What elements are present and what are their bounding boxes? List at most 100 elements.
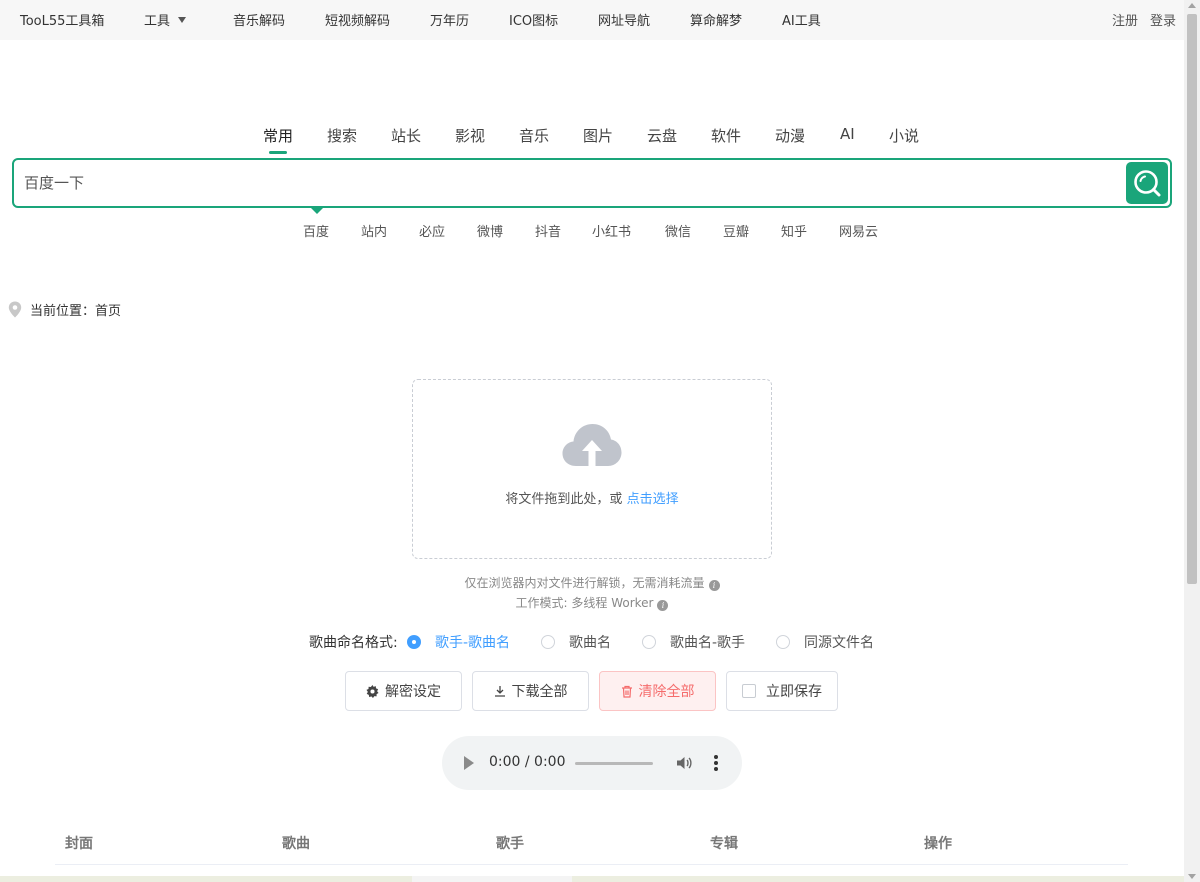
nav-item-video-decode[interactable]: 短视频解码: [325, 10, 390, 29]
radio-dot: [541, 635, 555, 649]
tab-images[interactable]: 图片: [583, 125, 613, 146]
decrypt-settings-button[interactable]: 解密设定: [345, 671, 462, 711]
column-album: 专辑: [710, 836, 738, 852]
search-box: [12, 158, 1172, 208]
radio-dot: [407, 635, 421, 649]
breadcrumb-text: 当前位置：首页: [30, 304, 122, 319]
breadcrumb: 当前位置：首页: [8, 300, 121, 319]
radio-title[interactable]: 歌曲名: [541, 632, 611, 652]
save-now-checkbox[interactable]: [742, 684, 756, 698]
column-artist: 歌手: [496, 836, 524, 852]
naming-format: 歌曲命名格式: 歌手-歌曲名 歌曲名 歌曲名-歌手 同源文件名: [0, 632, 1184, 652]
table-header: 封面 歌曲 歌手 专辑 操作: [55, 819, 1128, 865]
download-icon: [494, 685, 506, 697]
download-all-label: 下载全部: [511, 684, 568, 700]
nav-tools-label: 工具: [144, 14, 171, 29]
gear-icon: [366, 684, 379, 698]
trash-icon: [621, 685, 633, 698]
upload-tip-1: 仅在浏览器内对文件进行解锁，无需消耗流量 i: [0, 574, 1184, 591]
save-now-label: 立即保存: [766, 684, 822, 700]
column-cover: 封面: [65, 836, 93, 852]
caret-down-icon: [178, 17, 187, 23]
nav-item-fortune[interactable]: 算命解梦: [690, 10, 742, 29]
tab-video[interactable]: 影视: [455, 125, 485, 146]
search-engines: 百度 站内 必应 微博 抖音 小红书 微信 豆瓣 知乎 网易云: [0, 221, 1184, 241]
scroll-down-icon[interactable]: [1188, 874, 1196, 879]
upload-text: 将文件拖到此处，或 点击选择: [413, 488, 771, 507]
scrollbar-thumb[interactable]: [1187, 14, 1197, 584]
clear-all-label: 清除全部: [638, 684, 695, 700]
login-link[interactable]: 登录: [1150, 10, 1176, 29]
play-icon[interactable]: [464, 756, 474, 770]
tab-anime[interactable]: 动漫: [775, 125, 805, 146]
info-icon[interactable]: i: [657, 600, 669, 611]
nav-item-calendar[interactable]: 万年历: [430, 10, 469, 29]
engine-bing[interactable]: 必应: [419, 221, 445, 240]
column-song: 歌曲: [282, 836, 310, 852]
progress-slider[interactable]: [575, 762, 653, 765]
search-category-tabs: 常用 搜索 站长 影视 音乐 图片 云盘 软件 动漫 AI 小说: [0, 125, 1184, 155]
nav-item-music-decode[interactable]: 音乐解码: [233, 10, 285, 29]
radio-label: 同源文件名: [804, 635, 874, 651]
info-icon[interactable]: i: [708, 580, 720, 591]
page-scrollbar[interactable]: [1184, 0, 1200, 882]
engine-wechat[interactable]: 微信: [665, 221, 691, 240]
upload-tip-2: 工作模式: 多线程 Worker i: [0, 594, 1184, 611]
engine-netease[interactable]: 网易云: [839, 221, 878, 240]
cloud-upload-icon: [562, 424, 622, 468]
scroll-up-icon[interactable]: [1188, 3, 1196, 8]
audio-player: 0:00 / 0:00: [442, 736, 742, 790]
download-all-button[interactable]: 下载全部: [472, 671, 589, 711]
search-button[interactable]: [1126, 162, 1168, 204]
nav-item-ico[interactable]: ICO图标: [509, 10, 558, 29]
nav-item-ai-tools[interactable]: AI工具: [782, 10, 821, 29]
radio-dot: [776, 635, 790, 649]
clear-all-button[interactable]: 清除全部: [599, 671, 716, 711]
nav-item-url-nav[interactable]: 网址导航: [598, 10, 650, 29]
bottom-strip: [0, 876, 1184, 882]
engine-pointer-icon: [309, 206, 325, 214]
choose-file-link[interactable]: 点击选择: [627, 492, 679, 507]
radio-title-artist[interactable]: 歌曲名-歌手: [642, 632, 745, 652]
tab-search[interactable]: 搜索: [327, 125, 357, 146]
naming-format-label: 歌曲命名格式:: [309, 635, 398, 651]
more-options-icon[interactable]: [712, 754, 720, 772]
tab-webmaster[interactable]: 站长: [391, 125, 421, 146]
column-actions: 操作: [924, 836, 952, 852]
radio-label: 歌曲名-歌手: [670, 635, 746, 651]
tab-common[interactable]: 常用: [263, 125, 293, 154]
brand-logo[interactable]: TooL55工具箱: [20, 10, 104, 29]
radio-artist-title[interactable]: 歌手-歌曲名: [407, 632, 510, 652]
engine-zhihu[interactable]: 知乎: [781, 221, 807, 240]
upload-tip-1-text: 仅在浏览器内对文件进行解锁，无需消耗流量: [464, 576, 705, 590]
save-now-toggle[interactable]: 立即保存: [726, 671, 838, 711]
upload-prompt: 将文件拖到此处，或: [505, 492, 623, 507]
tab-music[interactable]: 音乐: [519, 125, 549, 146]
bottom-strip-segment: [412, 876, 572, 882]
tab-cloud[interactable]: 云盘: [647, 125, 677, 146]
volume-icon[interactable]: [675, 754, 693, 776]
radio-source-filename[interactable]: 同源文件名: [776, 632, 874, 652]
location-pin-icon: [8, 301, 22, 318]
engine-douban[interactable]: 豆瓣: [723, 221, 749, 240]
engine-xiaohongshu[interactable]: 小红书: [592, 221, 631, 240]
engine-weibo[interactable]: 微博: [477, 221, 503, 240]
register-link[interactable]: 注册: [1112, 10, 1138, 29]
upload-dropzone[interactable]: 将文件拖到此处，或 点击选择: [412, 379, 772, 559]
search-icon: [1134, 170, 1161, 197]
engine-site[interactable]: 站内: [361, 221, 387, 240]
radio-dot: [642, 635, 656, 649]
radio-label: 歌手-歌曲名: [435, 635, 511, 651]
engine-baidu[interactable]: 百度: [303, 221, 329, 240]
tab-software[interactable]: 软件: [711, 125, 741, 146]
tab-ai[interactable]: AI: [840, 125, 855, 143]
nav-tools-dropdown[interactable]: 工具: [144, 10, 187, 29]
engine-douyin[interactable]: 抖音: [535, 221, 561, 240]
decrypt-settings-label: 解密设定: [385, 684, 441, 700]
search-input[interactable]: [24, 170, 1124, 196]
player-time: 0:00 / 0:00: [489, 754, 566, 770]
top-nav: TooL55工具箱 工具 音乐解码 短视频解码 万年历 ICO图标 网址导航 算…: [0, 0, 1184, 40]
tab-novel[interactable]: 小说: [889, 125, 919, 146]
radio-label: 歌曲名: [569, 635, 611, 651]
work-mode-text: 工作模式: 多线程 Worker: [515, 596, 654, 610]
